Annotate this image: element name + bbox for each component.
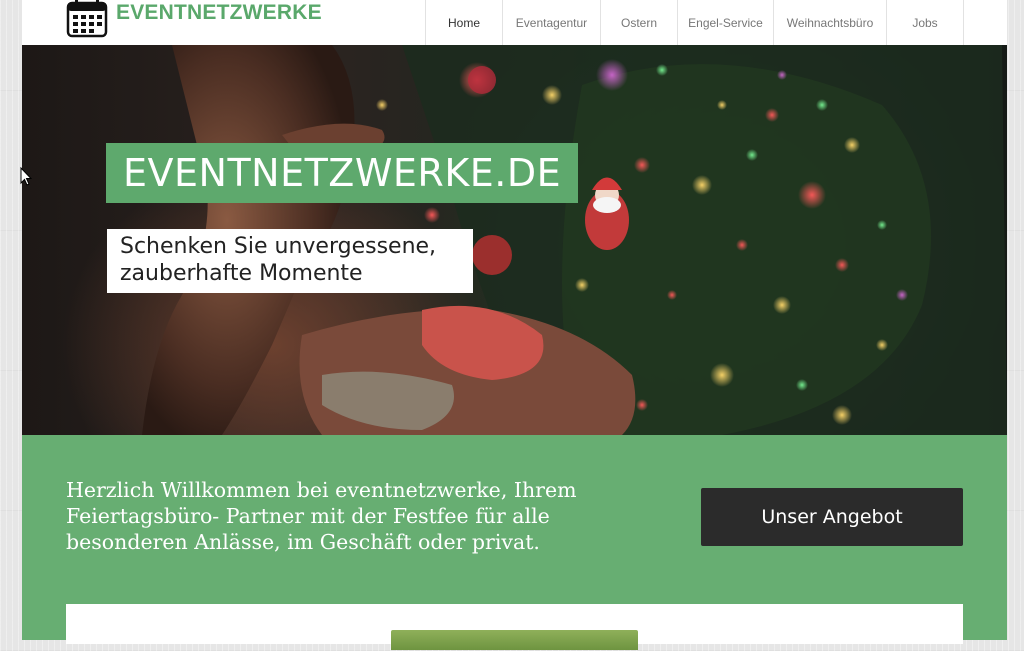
main-navigation: Home Eventagentur Ostern Engel-Service W… [425, 0, 964, 45]
unser-angebot-button[interactable]: Unser Angebot [701, 488, 963, 546]
nav-item-label: Home [447, 15, 480, 30]
site-header: EVENTNETZWERKE Home Eventagentur Ostern … [22, 0, 1007, 45]
calendar-icon [66, 0, 108, 38]
logo-text: EVENTNETZWERKE [116, 1, 322, 24]
nav-item-label: Ostern [620, 15, 657, 30]
mouse-cursor-icon [20, 167, 32, 186]
nav-item-home[interactable]: Home [425, 0, 502, 45]
nav-item-weihnachtsbuero[interactable]: Weihnachtsbüro [773, 0, 886, 45]
hero-subtitle: Schenken Sie unvergessene, zauberhafte M… [120, 233, 460, 287]
hero-title: EVENTNETZWERKE.DE [123, 151, 562, 195]
welcome-section: Herzlich Willkommen bei eventnetzwerke, … [22, 435, 1007, 650]
content-image [391, 630, 638, 650]
nav-item-eventagentur[interactable]: Eventagentur [502, 0, 600, 45]
nav-item-label: Weihnachtsbüro [786, 15, 874, 30]
nav-item-engel-service[interactable]: Engel-Service [677, 0, 773, 45]
site-logo[interactable]: EVENTNETZWERKE [66, 0, 322, 38]
hero-subtitle-box: Schenken Sie unvergessene, zauberhafte M… [107, 229, 473, 293]
welcome-text: Herzlich Willkommen bei eventnetzwerke, … [66, 478, 577, 554]
nav-item-label: Jobs [912, 15, 938, 30]
hero-subtitle-line1: Schenken Sie unvergessene, [120, 234, 437, 259]
nav-item-jobs[interactable]: Jobs [886, 0, 964, 45]
nav-item-label: Engel-Service [688, 15, 763, 30]
unser-angebot-button-label: Unser Angebot [761, 506, 903, 528]
hero-subtitle-line2: zauberhafte Momente [120, 261, 363, 286]
hero-title-box: EVENTNETZWERKE.DE [106, 143, 579, 203]
nav-item-ostern[interactable]: Ostern [600, 0, 677, 45]
content-card [66, 604, 963, 650]
hero-banner: EVENTNETZWERKE.DE Schenken Sie unvergess… [22, 45, 1007, 435]
page-container: EVENTNETZWERKE Home Eventagentur Ostern … [22, 0, 1007, 650]
nav-item-label: Eventagentur [515, 15, 588, 30]
